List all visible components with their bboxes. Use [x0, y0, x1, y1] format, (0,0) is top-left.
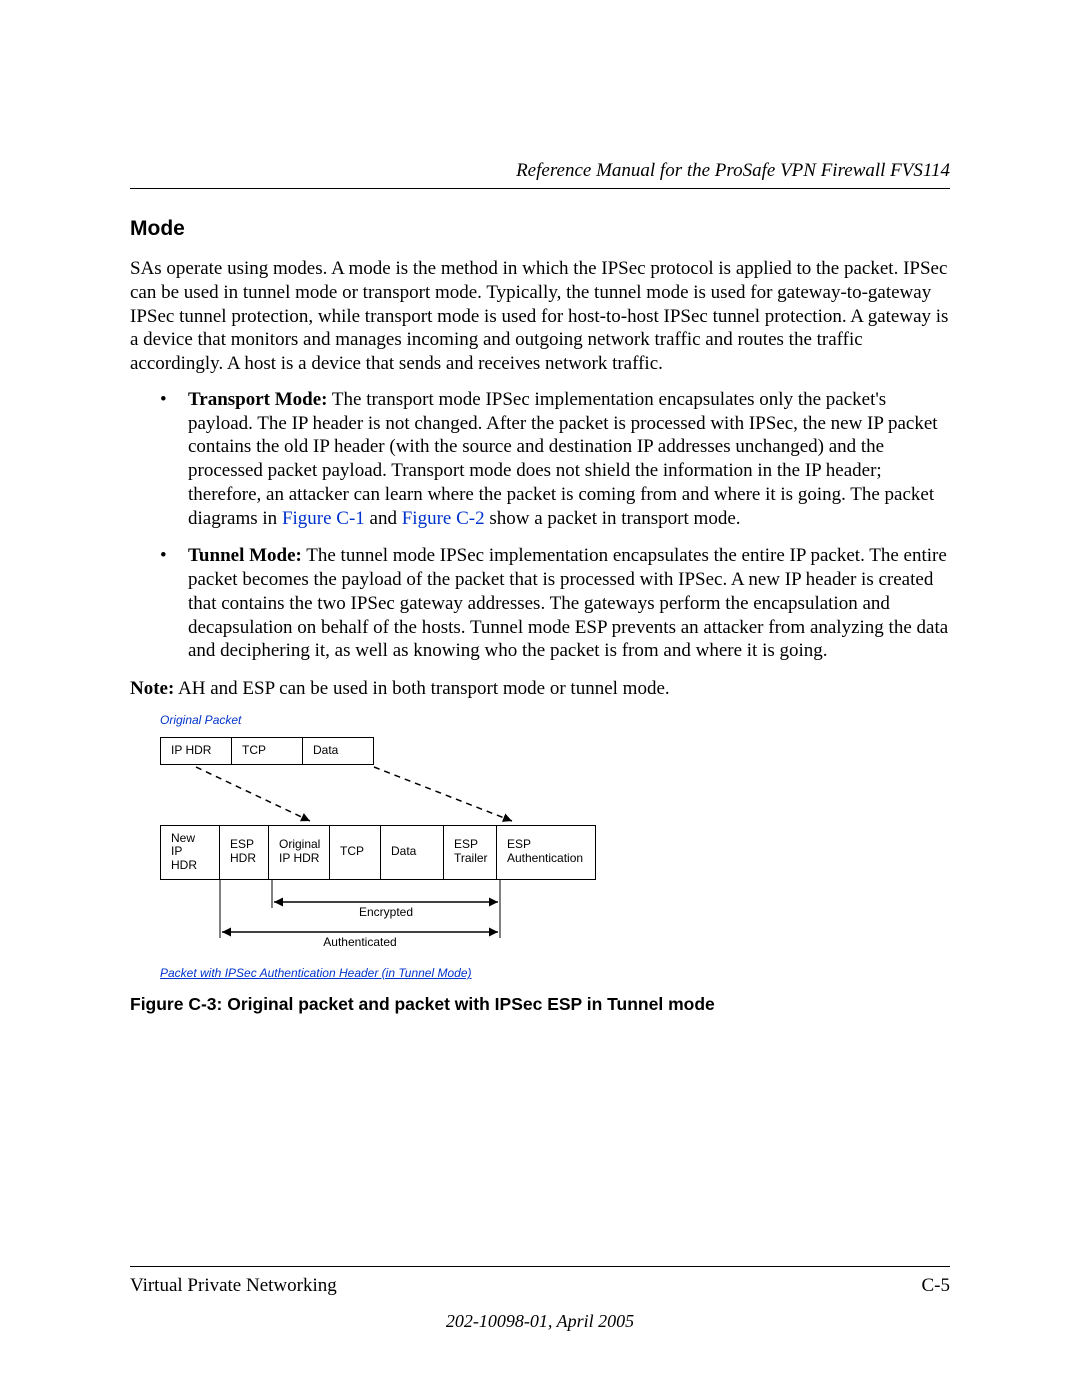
pkt-cell-tcp2: TCP — [329, 825, 381, 880]
encrypted-label: Encrypted — [359, 905, 413, 919]
footer-left: Virtual Private Networking — [130, 1275, 337, 1297]
figure-range-arrows: Encrypted Authenticated — [160, 880, 620, 960]
page-footer: Virtual Private Networking C-5 202-10098… — [130, 1266, 950, 1332]
page: Reference Manual for the ProSafe VPN Fir… — [0, 0, 1080, 1397]
figure-link-c2[interactable]: Figure C-2 — [402, 508, 485, 529]
figure-top-label: Original Packet — [160, 713, 950, 727]
figure-bottom-label: Packet with IPSec Authentication Header … — [160, 966, 950, 980]
footer-right: C-5 — [922, 1275, 951, 1297]
pkt-cell-iphdr: IP HDR — [160, 737, 232, 765]
header-rule — [130, 188, 950, 189]
pkt-cell-orig-iphdr: Original IP HDR — [268, 825, 330, 880]
figure-link-c1[interactable]: Figure C-1 — [282, 508, 365, 529]
pkt-cell-esp-trailer: ESP Trailer — [443, 825, 497, 880]
figure-arrows — [160, 765, 620, 825]
bullet-text-mid: and — [365, 508, 402, 529]
run-in-label: Tunnel Mode: — [188, 545, 302, 566]
run-in-label: Transport Mode: — [188, 389, 328, 410]
packet-row-original: IP HDR TCP Data — [160, 737, 950, 765]
footer-rule — [130, 1266, 950, 1267]
packet-row-tunnel: New IP HDR ESP HDR Original IP HDR TCP D… — [160, 825, 950, 880]
bullet-list: Transport Mode: The transport mode IPSec… — [130, 388, 950, 663]
running-head: Reference Manual for the ProSafe VPN Fir… — [130, 160, 950, 182]
bullet-transport-mode: Transport Mode: The transport mode IPSec… — [130, 388, 950, 531]
authenticated-label: Authenticated — [323, 935, 396, 949]
pkt-cell-esp-hdr: ESP HDR — [219, 825, 269, 880]
note-label: Note: — [130, 678, 174, 699]
bullet-text-after: show a packet in transport mode. — [485, 508, 741, 529]
note-paragraph: Note: AH and ESP can be used in both tra… — [130, 677, 950, 701]
doc-id: 202-10098-01, April 2005 — [130, 1311, 950, 1332]
pkt-cell-data2: Data — [380, 825, 444, 880]
pkt-cell-data: Data — [302, 737, 374, 765]
figure-c3: Original Packet IP HDR TCP Data New IP H… — [160, 713, 950, 980]
intro-paragraph: SAs operate using modes. A mode is the m… — [130, 257, 950, 376]
pkt-cell-new-iphdr: New IP HDR — [160, 825, 220, 880]
bullet-text: The tunnel mode IPSec implementation enc… — [188, 545, 948, 661]
figure-caption: Figure C-3: Original packet and packet w… — [130, 994, 950, 1015]
note-text: AH and ESP can be used in both transport… — [174, 678, 669, 699]
bullet-tunnel-mode: Tunnel Mode: The tunnel mode IPSec imple… — [130, 544, 950, 663]
pkt-cell-esp-auth: ESP Authentication — [496, 825, 596, 880]
pkt-cell-tcp: TCP — [231, 737, 303, 765]
section-heading: Mode — [130, 217, 950, 241]
